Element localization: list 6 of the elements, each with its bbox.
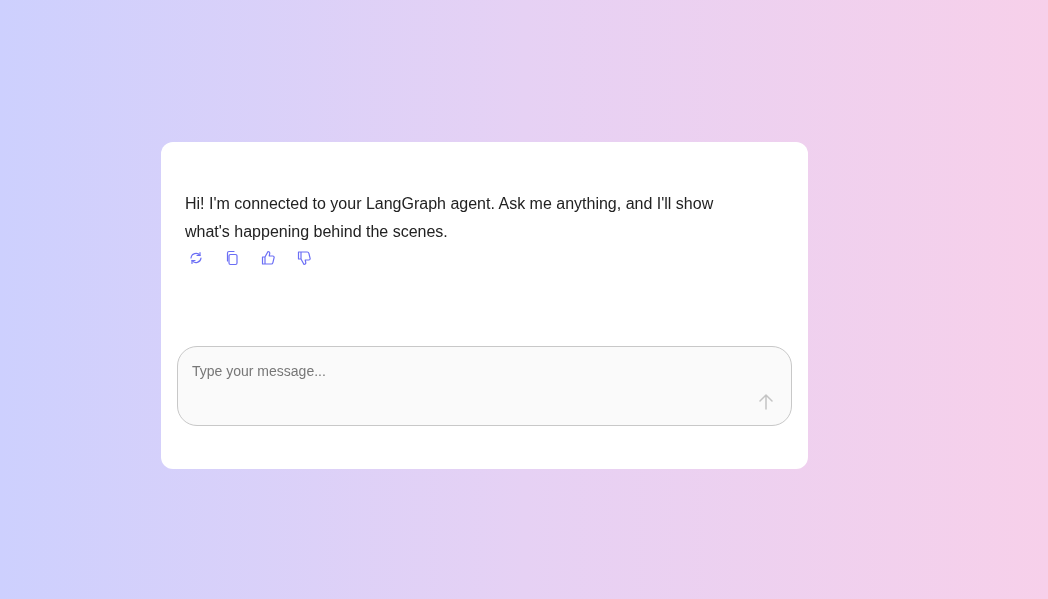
message-input[interactable]: Type your message... [177, 346, 792, 426]
thumbs-up-icon[interactable] [260, 250, 276, 266]
refresh-icon[interactable] [188, 250, 204, 266]
thumbs-down-icon[interactable] [296, 250, 312, 266]
copy-icon[interactable] [224, 250, 240, 266]
assistant-message: Hi! I'm connected to your LangGraph agent. Ask me anything, and I'll show what's happening behind the scenes. [185, 194, 715, 242]
